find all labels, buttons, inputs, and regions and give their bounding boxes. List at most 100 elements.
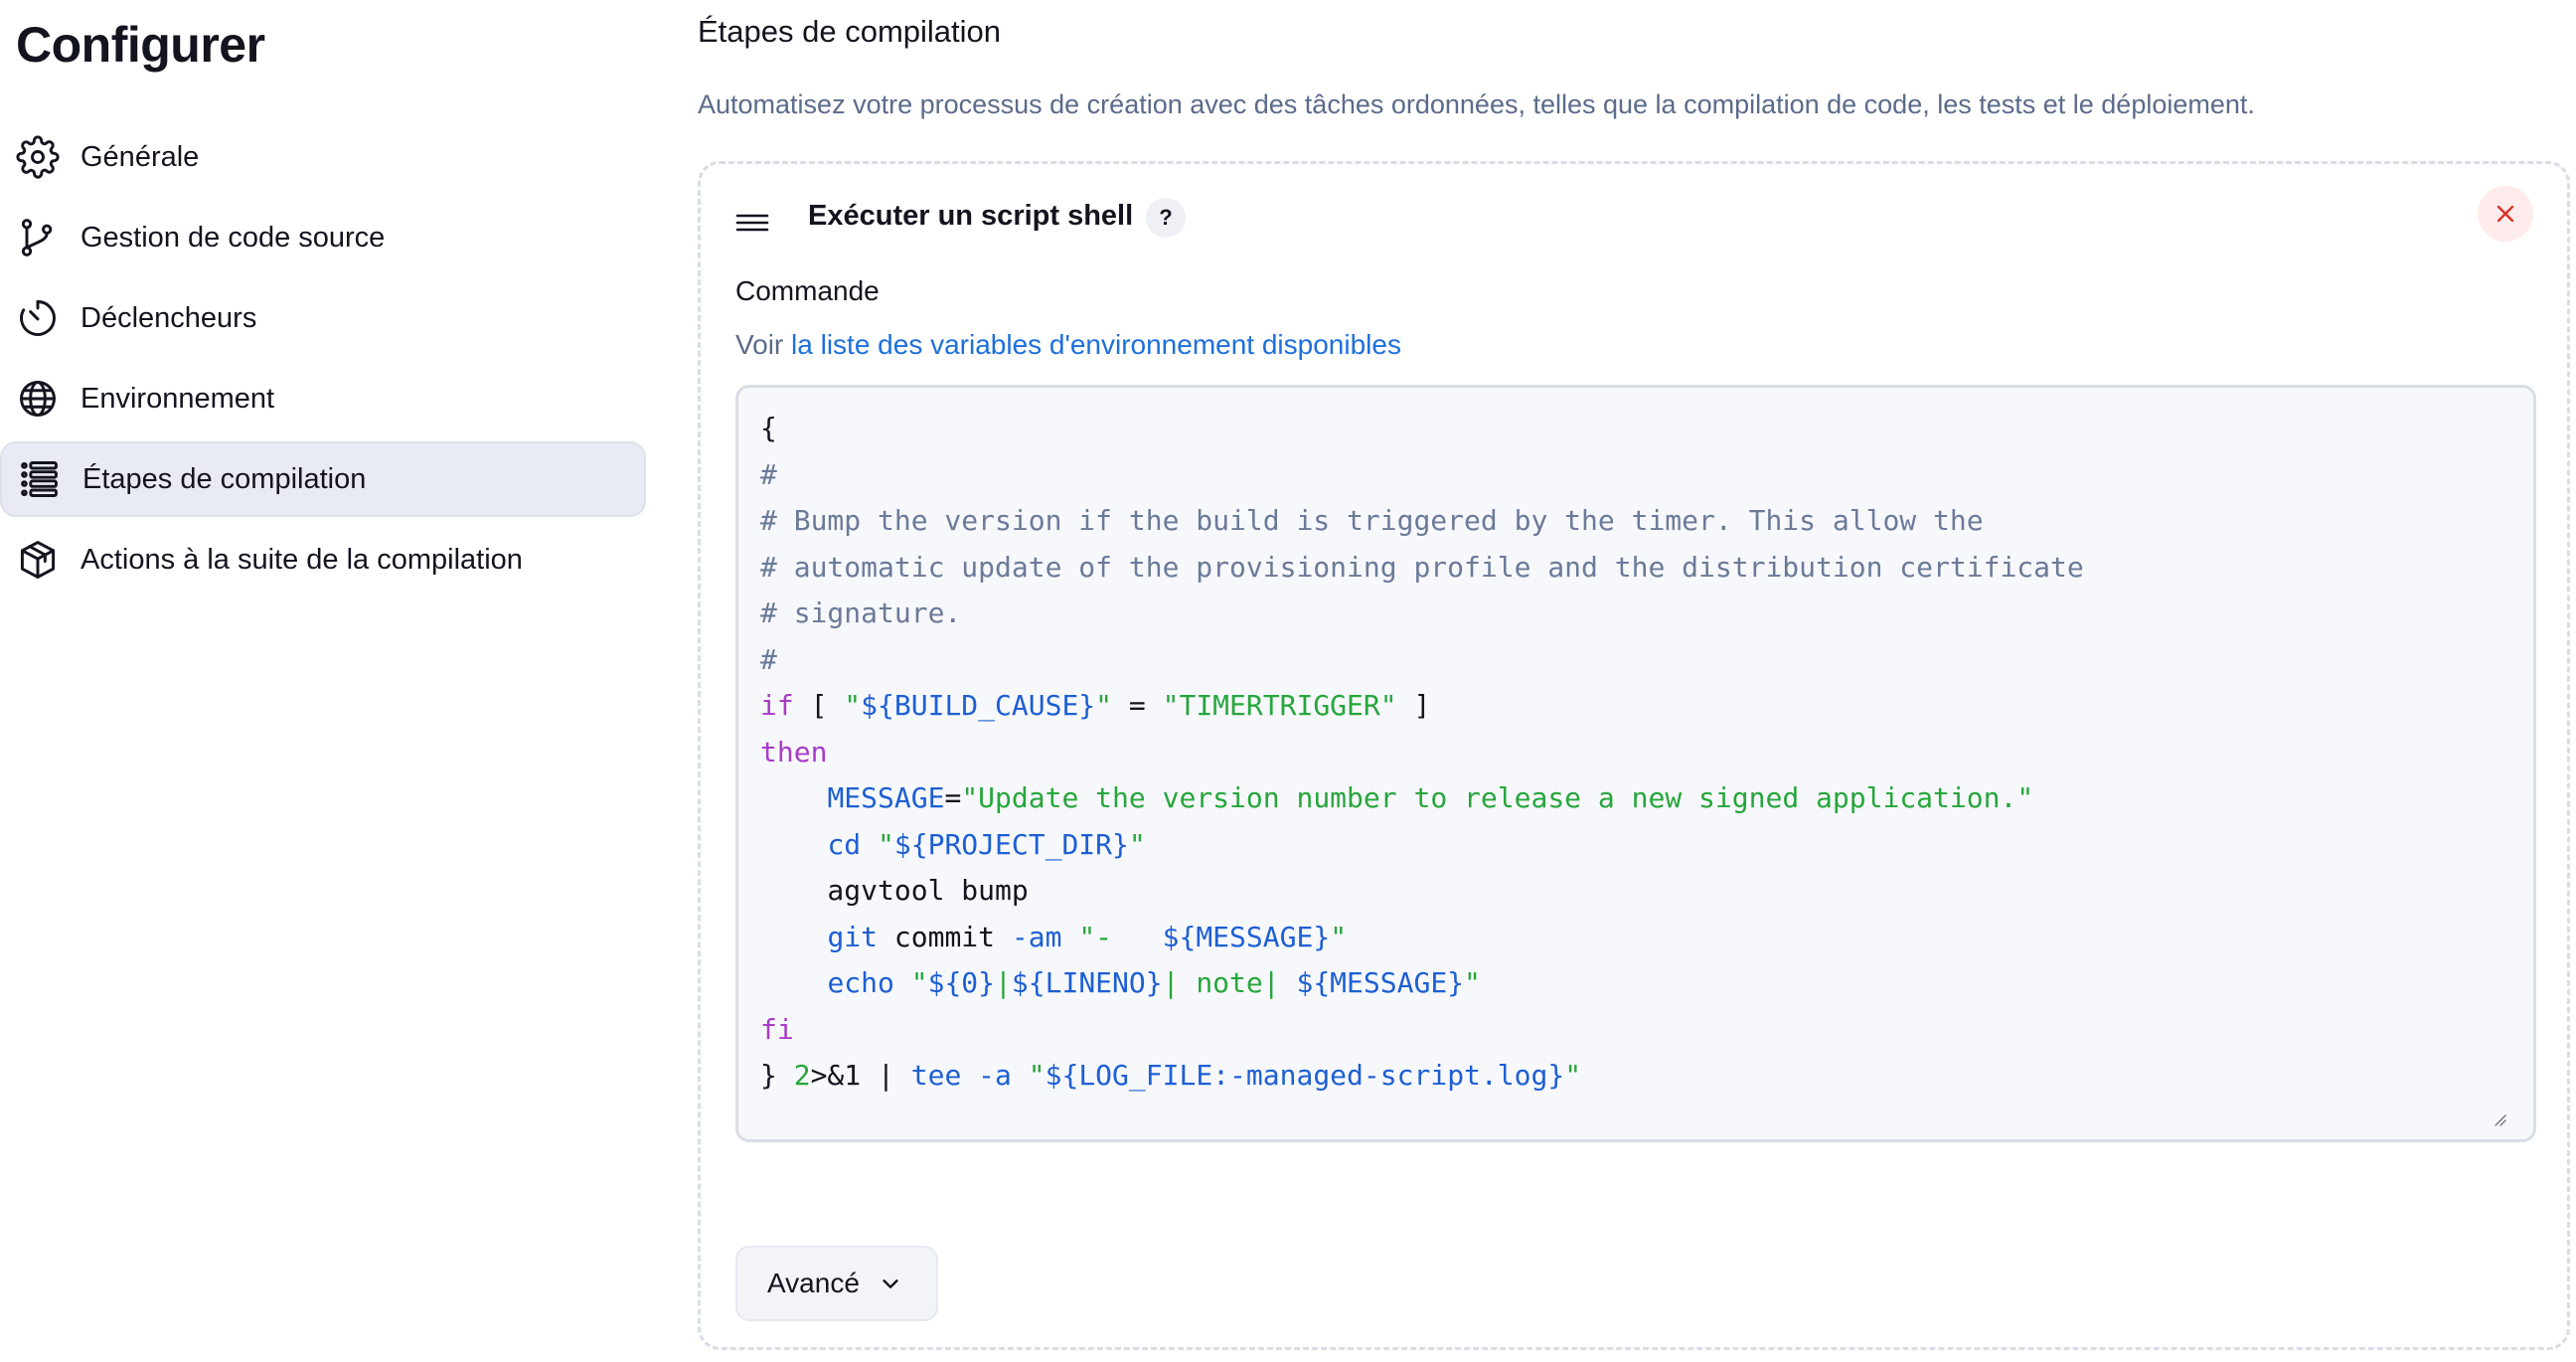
code-line: echo "${0}|${LINENO}| note| ${MESSAGE}": [760, 960, 2084, 1007]
code-lines: { # # Bump the version if the build is tri…: [760, 406, 2084, 1100]
env-vars-help-prefix: Voir: [735, 329, 792, 360]
list-icon: [18, 457, 62, 501]
package-icon: [16, 538, 60, 582]
code-token: ": [910, 966, 928, 999]
section-title: Étapes de compilation: [698, 14, 1002, 49]
code-line: agvtool bump: [760, 868, 2084, 915]
code-token: MESSAGE: [827, 781, 945, 814]
section-description: Automatisez votre processus de création …: [698, 89, 2255, 119]
sidebar-nav: Générale Gestion de code source Déclench…: [0, 119, 646, 602]
code-token: =: [1112, 689, 1163, 722]
code-token: ${MESSAGE}: [1296, 966, 1465, 999]
close-icon: [2496, 205, 2514, 223]
sidebar-item-label: Gestion de code source: [80, 221, 386, 254]
timer-icon: [16, 296, 60, 340]
step-title: Exécuter un script shell: [808, 200, 1134, 232]
sidebar-item-label: Générale: [80, 140, 200, 173]
code-token: ]: [1396, 689, 1431, 722]
code-line: } 2>&1 | tee -a "${LOG_FILE:-managed-scr…: [760, 1053, 2084, 1100]
remove-step-button[interactable]: [2478, 186, 2533, 242]
chevron-down-icon: [883, 1279, 898, 1288]
code-token: | note|: [1162, 966, 1297, 999]
code-token: -a: [978, 1059, 1012, 1092]
code-token: echo: [827, 966, 894, 999]
code-line: #: [760, 637, 2084, 684]
code-token: # signature.: [760, 596, 962, 629]
gear-icon: [16, 135, 60, 179]
code-token: >&1 |: [810, 1059, 911, 1092]
code-token: ": [1564, 1059, 1582, 1092]
build-step-card: Exécuter un script shell ? Commande Voir…: [698, 161, 2570, 1350]
resize-handle-icon[interactable]: [2492, 1111, 2507, 1127]
advanced-button[interactable]: Avancé: [735, 1246, 938, 1321]
code-line: cd "${PROJECT_DIR}": [760, 822, 2084, 869]
git-branch-icon: [16, 216, 60, 259]
code-token: =: [944, 781, 962, 814]
code-token: ${BUILD_CAUSE}: [861, 689, 1096, 722]
code-token: ${LINENO}: [1011, 966, 1163, 999]
code-line: fi: [760, 1007, 2084, 1054]
code-token: [: [793, 689, 845, 722]
code-token: ": [878, 827, 894, 861]
sidebar-item-label: Étapes de compilation: [82, 462, 367, 495]
code-token: ${PROJECT_DIR}: [893, 827, 1129, 861]
code-line: if [ "${BUILD_CAUSE}" = "TIMERTRIGGER" ]: [760, 683, 2084, 730]
sidebar-item-etapes-de-compilation[interactable]: Étapes de compilation: [0, 441, 646, 517]
code-token: ": [1095, 689, 1113, 722]
code-token: agvtool bump: [760, 874, 1029, 907]
advanced-label: Avancé: [767, 1268, 860, 1298]
command-code-editor[interactable]: { # # Bump the version if the build is tri…: [735, 385, 2536, 1142]
code-token: "Update the version number to release a …: [961, 781, 2034, 814]
code-line: then: [760, 730, 2084, 776]
code-token: "TIMERTRIGGER": [1162, 689, 1397, 722]
code-token: #: [760, 642, 777, 676]
code-token: 2: [793, 1059, 811, 1092]
sidebar-item-declencheurs[interactable]: Déclencheurs: [0, 280, 646, 356]
drag-handle-icon[interactable]: [734, 208, 770, 238]
code-token: #: [760, 457, 777, 491]
command-label: Commande: [735, 275, 880, 306]
code-token: |: [995, 966, 1012, 999]
sidebar-item-generale[interactable]: Générale: [0, 119, 646, 195]
code-line: git commit -am "- ${MESSAGE}": [760, 915, 2084, 961]
code-line: MESSAGE="Update the version number to re…: [760, 775, 2084, 822]
code-line: # signature.: [760, 591, 2084, 637]
code-line: # automatic update of the provisioning p…: [760, 545, 2084, 592]
code-token: commit: [878, 920, 1012, 953]
code-token: tee: [910, 1059, 962, 1092]
code-token: then: [760, 735, 828, 768]
code-token: ${LOG_FILE:-managed-script.log}: [1045, 1059, 1565, 1092]
page-title: Configurer: [16, 17, 265, 73]
code-token: -am: [1011, 920, 1062, 953]
code-line: {: [760, 406, 2084, 452]
code-token: cd: [827, 827, 862, 861]
help-button[interactable]: ?: [1146, 198, 1186, 238]
code-token: "-: [1078, 920, 1163, 953]
code-token: # Bump the version if the build is trigg…: [760, 504, 1984, 537]
code-token: ": [1028, 1059, 1046, 1092]
code-token: }: [760, 1059, 794, 1092]
sidebar-item-environnement[interactable]: Environnement: [0, 361, 646, 436]
code-token: ${MESSAGE}: [1162, 920, 1331, 953]
code-token: ": [1128, 827, 1146, 861]
sidebar-item-label: Déclencheurs: [80, 301, 257, 334]
code-token: {: [760, 412, 777, 444]
code-token: if: [760, 689, 794, 722]
sidebar-item-gestion-de-code-source[interactable]: Gestion de code source: [0, 200, 646, 275]
code-token: ": [844, 689, 862, 722]
env-vars-link[interactable]: la liste des variables d'environnement d…: [791, 329, 1401, 360]
code-token: ": [1464, 966, 1481, 999]
code-token: git: [827, 920, 879, 953]
code-token: ": [1330, 920, 1348, 953]
code-line: #: [760, 452, 2084, 499]
sidebar-item-actions-post-compilation[interactable]: Actions à la suite de la compilation: [0, 522, 646, 597]
